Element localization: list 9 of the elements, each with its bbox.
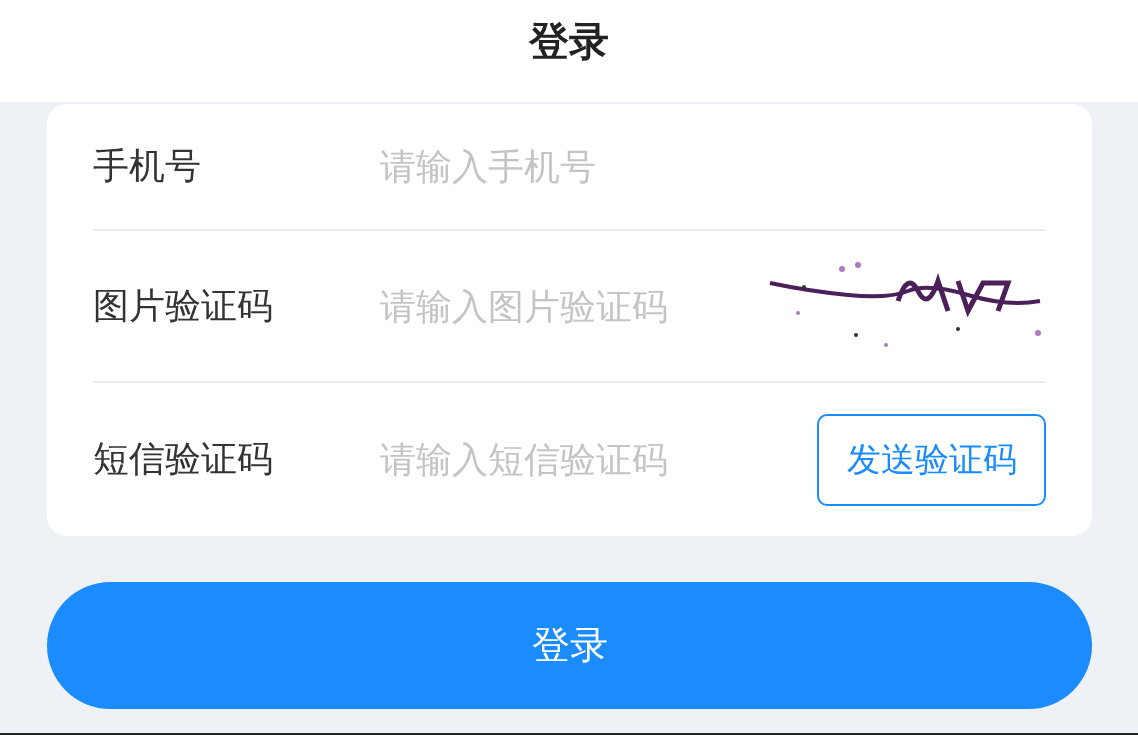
login-button[interactable]: 登录 bbox=[47, 582, 1092, 709]
field-label: 手机号 bbox=[93, 144, 202, 188]
send-code-button[interactable]: 发送验证码 bbox=[817, 413, 1046, 506]
field-label: 图片验证码 bbox=[93, 283, 274, 328]
input-field[interactable]: 请输入手机号 bbox=[380, 146, 1046, 187]
input-field[interactable]: 请输入短信验证码 bbox=[380, 439, 817, 480]
input-field[interactable]: 请输入图片验证码 bbox=[380, 285, 768, 327]
field-label: 短信验证码 bbox=[93, 437, 274, 481]
page-title: 登录 bbox=[529, 16, 609, 66]
